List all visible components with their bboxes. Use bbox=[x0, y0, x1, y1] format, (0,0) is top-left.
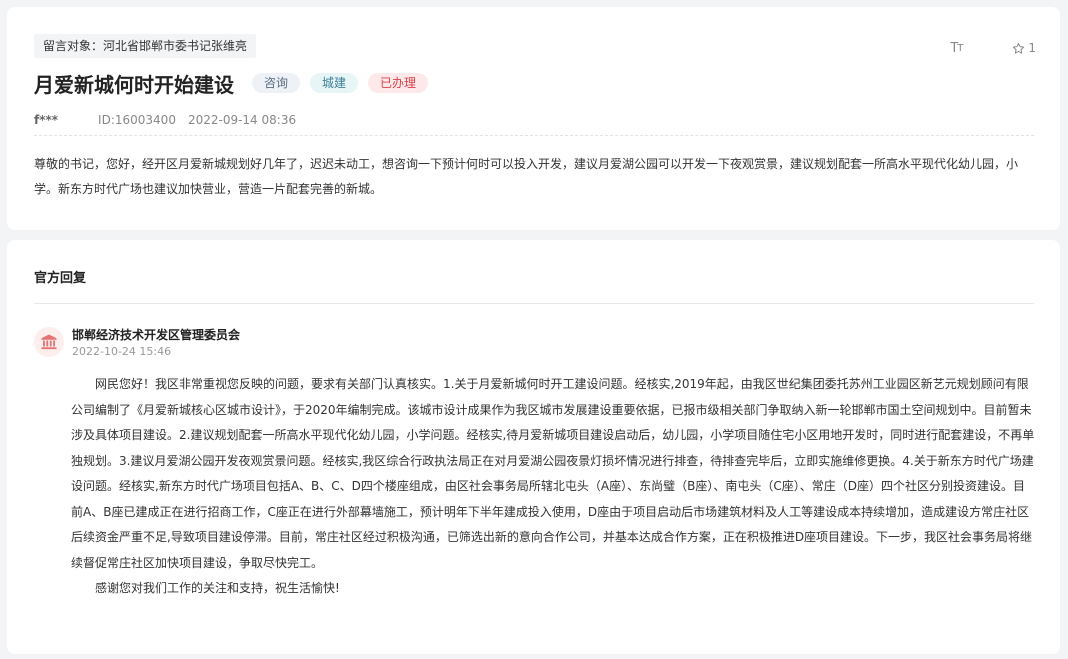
title-row: 月爱新城何时开始建设 咨询 城建 已办理 bbox=[34, 67, 438, 99]
reply-time: 2022-10-24 15:46 bbox=[72, 345, 172, 358]
message-target-tag: 留言对象：河北省邯郸市委书记张维亮 bbox=[34, 34, 257, 58]
favorite-count: 1 bbox=[1028, 41, 1036, 55]
tag-urban-construction: 城建 bbox=[310, 73, 359, 93]
divider bbox=[34, 135, 1034, 136]
star-icon bbox=[1013, 42, 1025, 54]
message-date: 2022-09-14 08:36 bbox=[187, 113, 297, 127]
tag-consult: 咨询 bbox=[252, 73, 301, 93]
favorite-button[interactable]: 1 bbox=[1012, 41, 1036, 55]
message-card: 留言对象：河北省邯郸市委书记张维亮 TT 1 月爱新城何时开始建设 咨询 城建 … bbox=[7, 7, 1060, 230]
message-title: 月爱新城何时开始建设 bbox=[34, 72, 234, 97]
government-building-icon bbox=[41, 334, 57, 350]
message-content: 尊敬的书记，您好，经开区月爱新城规划好几年了，迟迟未动工，想咨询一下预计何时可以… bbox=[34, 157, 1019, 196]
reply-paragraph: 网民您好！我区非常重视您反映的问题，要求有关部门认真核实。1.关于月爱新城何时开… bbox=[71, 377, 1035, 570]
message-author: f*** bbox=[34, 113, 59, 127]
reply-header: 官方回复 bbox=[34, 271, 87, 286]
divider bbox=[34, 303, 1034, 304]
reply-content: 网民您好！我区非常重视您反映的问题，要求有关部门认真核实。1.关于月爱新城何时开… bbox=[71, 372, 1035, 602]
reply-card: 官方回复 邯郸经济技术开发区管理委员会 2022-10-24 15:46 网民您… bbox=[7, 240, 1060, 654]
message-toolbar: TT 1 bbox=[946, 38, 1036, 58]
avatar bbox=[34, 327, 64, 357]
reply-org-name: 邯郸经济技术开发区管理委员会 bbox=[72, 328, 241, 342]
font-size-icon[interactable]: TT bbox=[946, 38, 966, 58]
reply-paragraph: 感谢您对我们工作的关注和支持，祝生活愉快! bbox=[95, 581, 340, 595]
message-meta: f*** ID:16003400 2022-09-14 08:36 bbox=[34, 111, 296, 129]
tag-status-handled: 已办理 bbox=[368, 73, 429, 93]
message-id: ID:16003400 bbox=[98, 113, 176, 127]
